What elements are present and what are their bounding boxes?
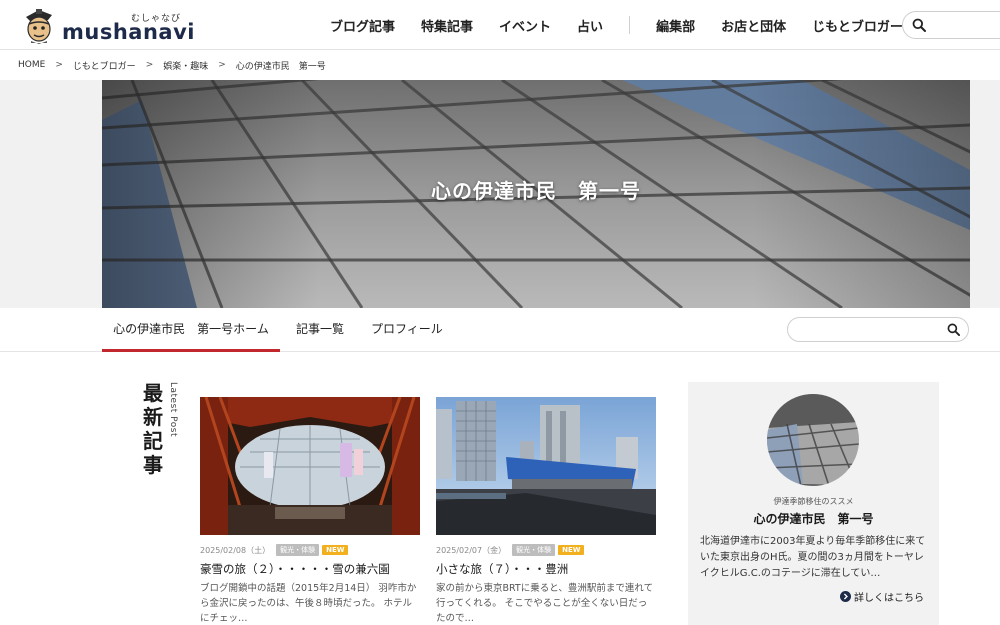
post-card[interactable]: 2025/02/07（金） 観光・体験 NEW 小さな旅（７）・・・豊洲 家の前…: [436, 397, 656, 625]
mascot-icon: [26, 9, 52, 44]
blogger-subnav: 心の伊達市民 第一号ホーム 記事一覧 プロフィール: [0, 308, 1000, 352]
tab-profile[interactable]: プロフィール: [371, 308, 443, 352]
profile-bio: 北海道伊達市に2003年夏より毎年季節移住に来ていた東京出身のH氏。夏の間の3ヵ…: [700, 536, 926, 579]
site-logo[interactable]: むしゃなび mushanavi: [22, 6, 195, 46]
hero-banner: 心の伊達市民 第一号: [102, 80, 970, 308]
profile-tagline: 伊達季節移住のススメ: [773, 497, 854, 506]
nav-feature-articles[interactable]: 特集記事: [421, 16, 473, 35]
post-thumbnail-image: [200, 397, 420, 535]
avatar[interactable]: [767, 394, 859, 486]
header-search-input[interactable]: [931, 16, 1000, 34]
blog-search-input[interactable]: [800, 321, 940, 339]
breadcrumb-separator-icon: >: [145, 60, 154, 70]
post-date: 2025/02/08（土）: [200, 545, 271, 555]
new-badge: NEW: [322, 545, 349, 555]
nav-blog-posts[interactable]: ブログ記事: [330, 16, 395, 35]
nav-editorial[interactable]: 編集部: [656, 16, 695, 35]
post-title[interactable]: 小さな旅（７）・・・豊洲: [436, 561, 656, 577]
breadcrumb-separator-icon: >: [55, 60, 63, 70]
nav-shops-groups[interactable]: お店と団体: [721, 16, 786, 35]
new-badge: NEW: [558, 545, 585, 555]
blogger-profile-card: 伊達季節移住のススメ 心の伊達市民 第一号 北海道伊達市に2003年夏より毎年季…: [688, 382, 939, 625]
post-title[interactable]: 豪雪の旅（２）・・・・・雪の兼六園: [200, 561, 420, 577]
category-badge[interactable]: 観光・体験: [512, 544, 556, 556]
global-nav: ブログ記事 特集記事 イベント 占い 編集部 お店と団体 じもとブロガー: [330, 0, 929, 50]
post-excerpt: 家の前から東京BRTに乗ると、豊洲駅前まで連れて行ってくれる。 そこでやることが…: [436, 583, 654, 624]
breadcrumb-category[interactable]: 娯楽・趣味: [163, 59, 208, 72]
post-excerpt: ブログ開鎖中の話題（2015年2月14日） 羽咋市から金沢に戻ったのは、午後８時…: [200, 583, 417, 624]
post-date: 2025/02/07（金）: [436, 545, 507, 555]
breadcrumb-separator-icon: >: [218, 60, 226, 70]
nav-events[interactable]: イベント: [499, 16, 551, 35]
nav-divider: [629, 16, 631, 34]
site-header: むしゃなび mushanavi ブログ記事 特集記事 イベント 占い 編集部 お…: [0, 0, 1000, 50]
breadcrumb: HOME > じもとブロガー > 娯楽・趣味 > 心の伊達市民 第一号: [18, 58, 326, 72]
post-thumbnail[interactable]: [436, 397, 656, 535]
hero-title: 心の伊達市民 第一号: [431, 179, 641, 203]
avatar-image: [767, 394, 859, 486]
profile-name[interactable]: 心の伊達市民 第一号: [688, 510, 939, 527]
profile-more-label: 詳しくはこちら: [854, 592, 924, 604]
latest-section-title: 最新記事: [143, 381, 163, 477]
category-badge[interactable]: 観光・体験: [276, 544, 320, 556]
breadcrumb-current: 心の伊達市民 第一号: [235, 61, 326, 72]
latest-section-subtitle: Latest Post: [166, 382, 180, 452]
header-search-box[interactable]: [902, 11, 1000, 39]
post-thumbnail[interactable]: [200, 397, 420, 535]
logo-wordmark: mushanavi: [62, 20, 195, 44]
post-card[interactable]: 2025/02/08（土） 観光・体験 NEW 豪雪の旅（２）・・・・・雪の兼六…: [200, 397, 420, 625]
nav-local-bloggers[interactable]: じもとブロガー: [812, 16, 903, 35]
post-thumbnail-image: [436, 397, 656, 535]
profile-more-link[interactable]: 詳しくはこちら: [840, 588, 924, 604]
breadcrumb-home[interactable]: HOME: [18, 60, 45, 70]
blog-search-box[interactable]: [787, 317, 969, 342]
tab-blog-home[interactable]: 心の伊達市民 第一号ホーム: [102, 308, 280, 352]
search-icon[interactable]: [947, 323, 960, 336]
nav-fortune[interactable]: 占い: [577, 16, 603, 35]
breadcrumb-local-bloggers[interactable]: じもとブロガー: [73, 59, 136, 72]
latest-subtitle-text: Latest Post: [168, 382, 178, 438]
search-icon[interactable]: [912, 18, 926, 32]
tab-article-list[interactable]: 記事一覧: [296, 308, 344, 352]
circle-arrow-right-icon: [840, 590, 851, 602]
